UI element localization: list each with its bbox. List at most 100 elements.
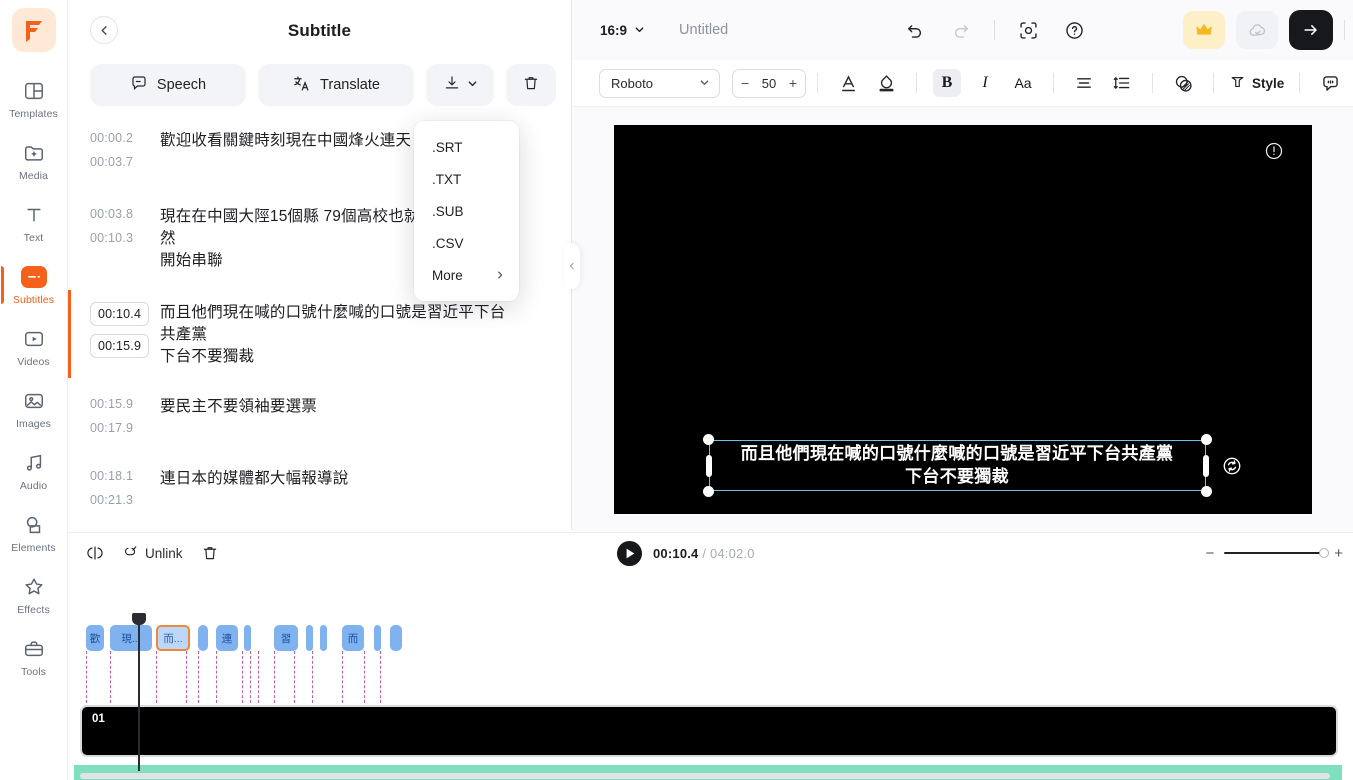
sidebar-item-templates[interactable]: Templates (2, 68, 66, 130)
time-separator: / (702, 545, 707, 561)
timeline-clip[interactable]: 現... (110, 625, 152, 651)
redo-button[interactable] (948, 17, 974, 43)
menu-item-csv[interactable]: .CSV (414, 227, 519, 259)
subtitle-text[interactable]: 現在在中國大陘15個縣 79個高校也就 然 開始串聯 (160, 206, 428, 280)
project-title[interactable]: Untitled (679, 22, 728, 38)
timeline-clip[interactable]: 而 (342, 625, 364, 651)
opacity-button[interactable] (1169, 69, 1197, 97)
clip-guide-line (380, 651, 381, 703)
flexclip-logo[interactable] (11, 8, 56, 52)
export-button[interactable] (1289, 10, 1333, 50)
text-case-button[interactable]: Aa (1009, 69, 1037, 97)
cloud-save-button[interactable] (1236, 11, 1278, 49)
resize-handle-bottom-right[interactable] (1200, 486, 1212, 497)
subtitle-text[interactable]: 歡迎收看關鍵時刻現在中國烽火連天 (160, 130, 419, 190)
zoom-slider-knob[interactable] (1319, 548, 1330, 558)
subtitle-text[interactable]: 連日本的媒體都大幅報導說 (160, 468, 356, 518)
warning-circle-icon[interactable] (1264, 141, 1284, 166)
playhead-handle[interactable] (132, 613, 146, 625)
menu-item-txt[interactable]: .TXT (414, 163, 519, 195)
translate-button[interactable]: Translate (258, 64, 414, 106)
download-button[interactable] (426, 64, 494, 106)
menu-item-more[interactable]: More (414, 259, 519, 291)
video-track[interactable]: 01 (80, 705, 1338, 757)
timeline-clip[interactable] (320, 625, 327, 651)
undo-button[interactable] (902, 17, 928, 43)
timeline-clip[interactable]: 歡 (86, 625, 104, 651)
zoom-out-button[interactable]: − (1205, 545, 1214, 562)
playback-controls: 00:10.4 / 04:02.0 (616, 540, 755, 567)
panel-collapse-handle[interactable] (564, 243, 580, 289)
sidebar-item-text[interactable]: Text (2, 192, 66, 254)
subtitle-row[interactable]: 00:15.9 00:17.9 要民主不要領袖要選票 (68, 380, 571, 456)
delete-subtitles-button[interactable] (506, 64, 556, 106)
resize-handle-right[interactable] (1202, 455, 1209, 477)
subtitle-times: 00:00.2 00:03.7 (68, 130, 160, 190)
comment-button[interactable] (1316, 69, 1344, 97)
subtitle-text-object[interactable]: 而且他們現在喊的口號什麼喊的口號是習近平下台共產黨 下台不要獨裁 (702, 434, 1240, 497)
back-button[interactable] (90, 16, 118, 44)
font-size-decrease[interactable]: − (741, 76, 749, 90)
timeline-clip[interactable]: 習 (274, 625, 298, 651)
image-icon (21, 388, 47, 414)
sidebar-item-images[interactable]: Images (2, 378, 66, 440)
timeline-clip[interactable] (198, 625, 208, 651)
rotate-icon[interactable] (1221, 455, 1243, 477)
resize-handle-left[interactable] (705, 455, 712, 477)
font-family-select[interactable]: Roboto (599, 68, 720, 98)
sidebar-item-elements[interactable]: Elements (2, 502, 66, 564)
timeline-clip[interactable] (244, 625, 251, 651)
style-button[interactable]: Style (1229, 73, 1284, 93)
timeline-clip-selected[interactable]: 而... (156, 625, 190, 651)
resize-handle-top-right[interactable] (1200, 434, 1212, 445)
font-size-increase[interactable]: + (789, 76, 797, 90)
fill-color-button[interactable] (872, 69, 900, 97)
zoom-slider[interactable] (1224, 548, 1330, 558)
export-format-menu[interactable]: .SRT .TXT .SUB .CSV More (414, 121, 519, 301)
subtitle-start-time: 00:18.1 (90, 469, 134, 483)
font-size-value[interactable]: 50 (762, 76, 776, 91)
sidebar-item-subtitles[interactable]: Subtitles (0, 254, 66, 316)
sidebar-item-audio[interactable]: Audio (2, 440, 66, 502)
timeline-tracks[interactable]: 歡 現... 而... 連 習 而 01 (68, 573, 1353, 780)
sidebar-item-label: Templates (9, 108, 58, 120)
templates-icon (21, 78, 47, 104)
upgrade-crown-button[interactable] (1183, 11, 1225, 49)
sidebar-item-media[interactable]: Media (2, 130, 66, 192)
timeline-clip[interactable] (306, 625, 313, 651)
sidebar-item-videos[interactable]: Videos (2, 316, 66, 378)
subtitle-text[interactable]: 要民主不要領袖要選票 (160, 396, 325, 448)
record-icon[interactable] (1015, 17, 1041, 43)
subtitle-clip-lane[interactable]: 歡 現... 而... 連 習 而 (78, 625, 1338, 651)
subtitle-row[interactable]: 00:18.1 00:21.3 連日本的媒體都大幅報導說 (68, 456, 571, 526)
video-canvas[interactable]: 而且他們現在喊的口號什麼喊的口號是習近平下台共產黨 下台不要獨裁 (613, 125, 1312, 514)
timeline-clip[interactable] (390, 625, 402, 651)
italic-button[interactable]: I (971, 69, 999, 97)
menu-item-srt[interactable]: .SRT (414, 131, 519, 163)
bold-button[interactable]: B (933, 69, 961, 97)
speech-button[interactable]: Speech (90, 64, 246, 106)
play-button[interactable] (616, 540, 643, 567)
timeline-horizontal-scrollbar[interactable] (80, 773, 1330, 779)
sidebar-item-effects[interactable]: Effects (2, 564, 66, 626)
menu-item-sub[interactable]: .SUB (414, 195, 519, 227)
timeline-clip[interactable] (374, 625, 381, 651)
subtitle-text[interactable]: 而且他們現在喊的口號什麼喊的口號是習近平下台 共產黨 下台不要獨裁 (160, 302, 513, 372)
zoom-in-button[interactable]: + (1334, 545, 1343, 562)
playhead[interactable] (132, 613, 146, 771)
timeline-clip[interactable]: 連 (216, 625, 238, 651)
line-spacing-button[interactable] (1108, 69, 1136, 97)
font-size-stepper[interactable]: − 50 + (732, 68, 806, 98)
resize-handle-top-left[interactable] (702, 434, 714, 445)
text-align-button[interactable] (1070, 69, 1098, 97)
sidebar-item-tools[interactable]: Tools (2, 626, 66, 688)
aspect-ratio-selector[interactable]: 16:9 (600, 23, 645, 38)
resize-handle-bottom-left[interactable] (702, 486, 714, 497)
help-question-icon[interactable] (1061, 17, 1087, 43)
sidebar-item-label: Elements (11, 542, 56, 554)
menu-item-label: .TXT (432, 171, 462, 187)
clip-guide-line (342, 651, 343, 703)
subtitle-row-selected[interactable]: 00:10.4 00:15.9 而且他們現在喊的口號什麼喊的口號是習近平下台 共… (68, 288, 571, 380)
text-color-button[interactable] (834, 69, 862, 97)
sidebar-item-label: Effects (17, 604, 50, 616)
